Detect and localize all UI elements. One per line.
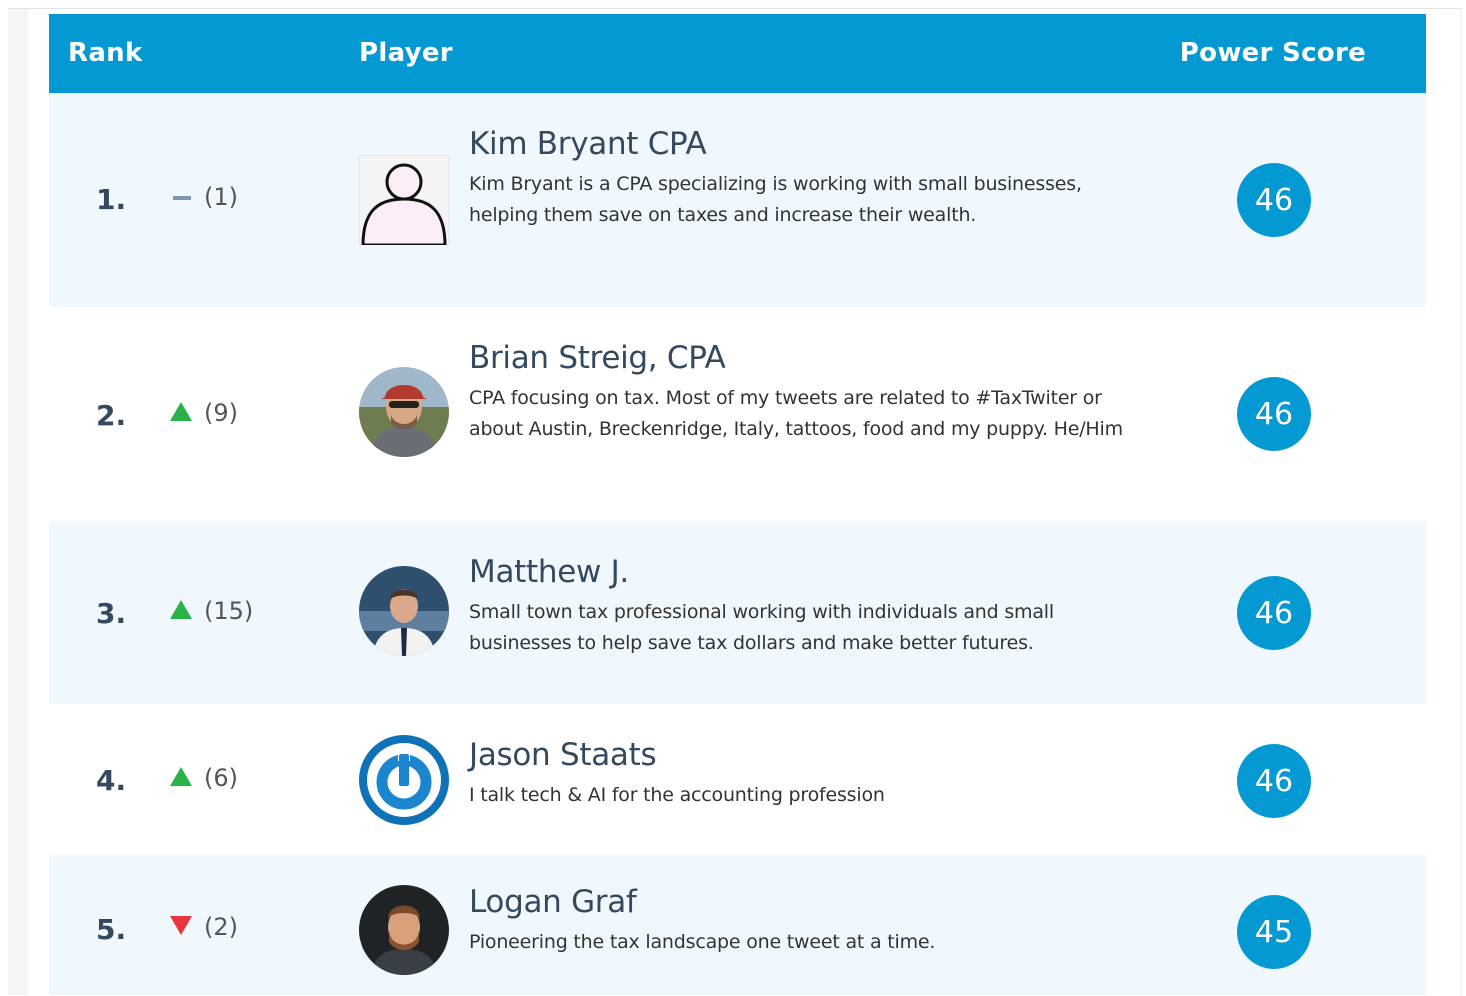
profile-photo-icon	[359, 885, 449, 975]
rank-change-value: (9)	[204, 399, 238, 427]
rank-number: 3.	[96, 597, 127, 630]
rank-number: 1.	[96, 183, 127, 216]
arrow-up-icon	[170, 764, 192, 792]
table-row[interactable]: 3. (15) Matthew J. Small town tax profes…	[49, 521, 1426, 704]
rank-number: 5.	[96, 913, 127, 946]
player-info: Brian Streig, CPA CPA focusing on tax. M…	[469, 341, 1129, 445]
avatar[interactable]	[359, 885, 449, 975]
player-name[interactable]: Brian Streig, CPA	[469, 341, 1129, 375]
profile-photo-icon	[359, 566, 449, 656]
rank-number: 2.	[96, 399, 127, 432]
rank-column-header: Rank	[68, 38, 143, 68]
power-score-badge: 46	[1237, 576, 1311, 650]
rank-change: (15)	[170, 597, 253, 625]
player-name[interactable]: Logan Graf	[469, 885, 1129, 919]
table-header: Rank Player Power Score	[49, 14, 1426, 93]
player-name[interactable]: Matthew J.	[469, 555, 1129, 589]
avatar[interactable]	[359, 735, 449, 825]
player-info: Logan Graf Pioneering the tax landscape …	[469, 885, 1129, 958]
arrow-up-icon	[170, 399, 192, 427]
rank-change-value: (15)	[204, 597, 254, 625]
avatar[interactable]	[359, 155, 449, 245]
power-score-badge: 46	[1237, 744, 1311, 818]
rank-change: (9)	[170, 399, 238, 427]
avatar[interactable]	[359, 566, 449, 656]
power-score-badge: 46	[1237, 163, 1311, 237]
player-name[interactable]: Jason Staats	[469, 738, 1129, 772]
player-bio: Pioneering the tax landscape one tweet a…	[469, 931, 936, 953]
player-bio: I talk tech & AI for the accounting prof…	[469, 784, 885, 806]
rank-change: (6)	[170, 764, 238, 792]
player-info: Matthew J. Small town tax professional w…	[469, 555, 1129, 659]
player-bio: Kim Bryant is a CPA specializing is work…	[469, 173, 1082, 226]
rank-change: (2)	[170, 913, 238, 941]
table-row[interactable]: (9) 2. Brian Streig, CPA CPA focusing on…	[49, 307, 1426, 521]
arrow-up-icon	[170, 597, 192, 625]
no-change-icon	[170, 183, 192, 211]
default-user-icon	[359, 155, 449, 245]
table-row[interactable]: 1. (1) Kim Bryant CPA Kim Bryant is a CP…	[49, 93, 1426, 307]
profile-photo-icon	[359, 367, 449, 457]
player-column-header: Player	[359, 38, 453, 68]
table-row[interactable]: 4. (6) Jason Staats I talk tech & AI for…	[49, 704, 1426, 855]
rank-change-value: (1)	[204, 183, 238, 211]
power-score-column-header: Power Score	[1179, 38, 1366, 68]
power-score-badge: 45	[1237, 895, 1311, 969]
power-score-badge: 46	[1237, 377, 1311, 451]
player-name[interactable]: Kim Bryant CPA	[469, 127, 1129, 161]
rank-number: 4.	[96, 764, 127, 797]
rank-change-value: (6)	[204, 764, 238, 792]
player-info: Jason Staats I talk tech & AI for the ac…	[469, 738, 1129, 811]
arrow-down-icon	[170, 913, 192, 941]
player-info: Kim Bryant CPA Kim Bryant is a CPA speci…	[469, 127, 1129, 231]
player-bio: Small town tax professional working with…	[469, 601, 1054, 654]
rank-change: (1)	[170, 183, 238, 211]
power-logo-icon	[359, 735, 449, 825]
rank-change-value: (2)	[204, 913, 238, 941]
table-row[interactable]: 5. (2) Logan Graf Pioneering the tax lan…	[49, 855, 1426, 995]
player-bio: CPA focusing on tax. Most of my tweets a…	[469, 387, 1123, 440]
leaderboard-table: Rank Player Power Score 1. (1) Kim Bryan…	[49, 14, 1426, 995]
avatar[interactable]	[359, 367, 449, 457]
